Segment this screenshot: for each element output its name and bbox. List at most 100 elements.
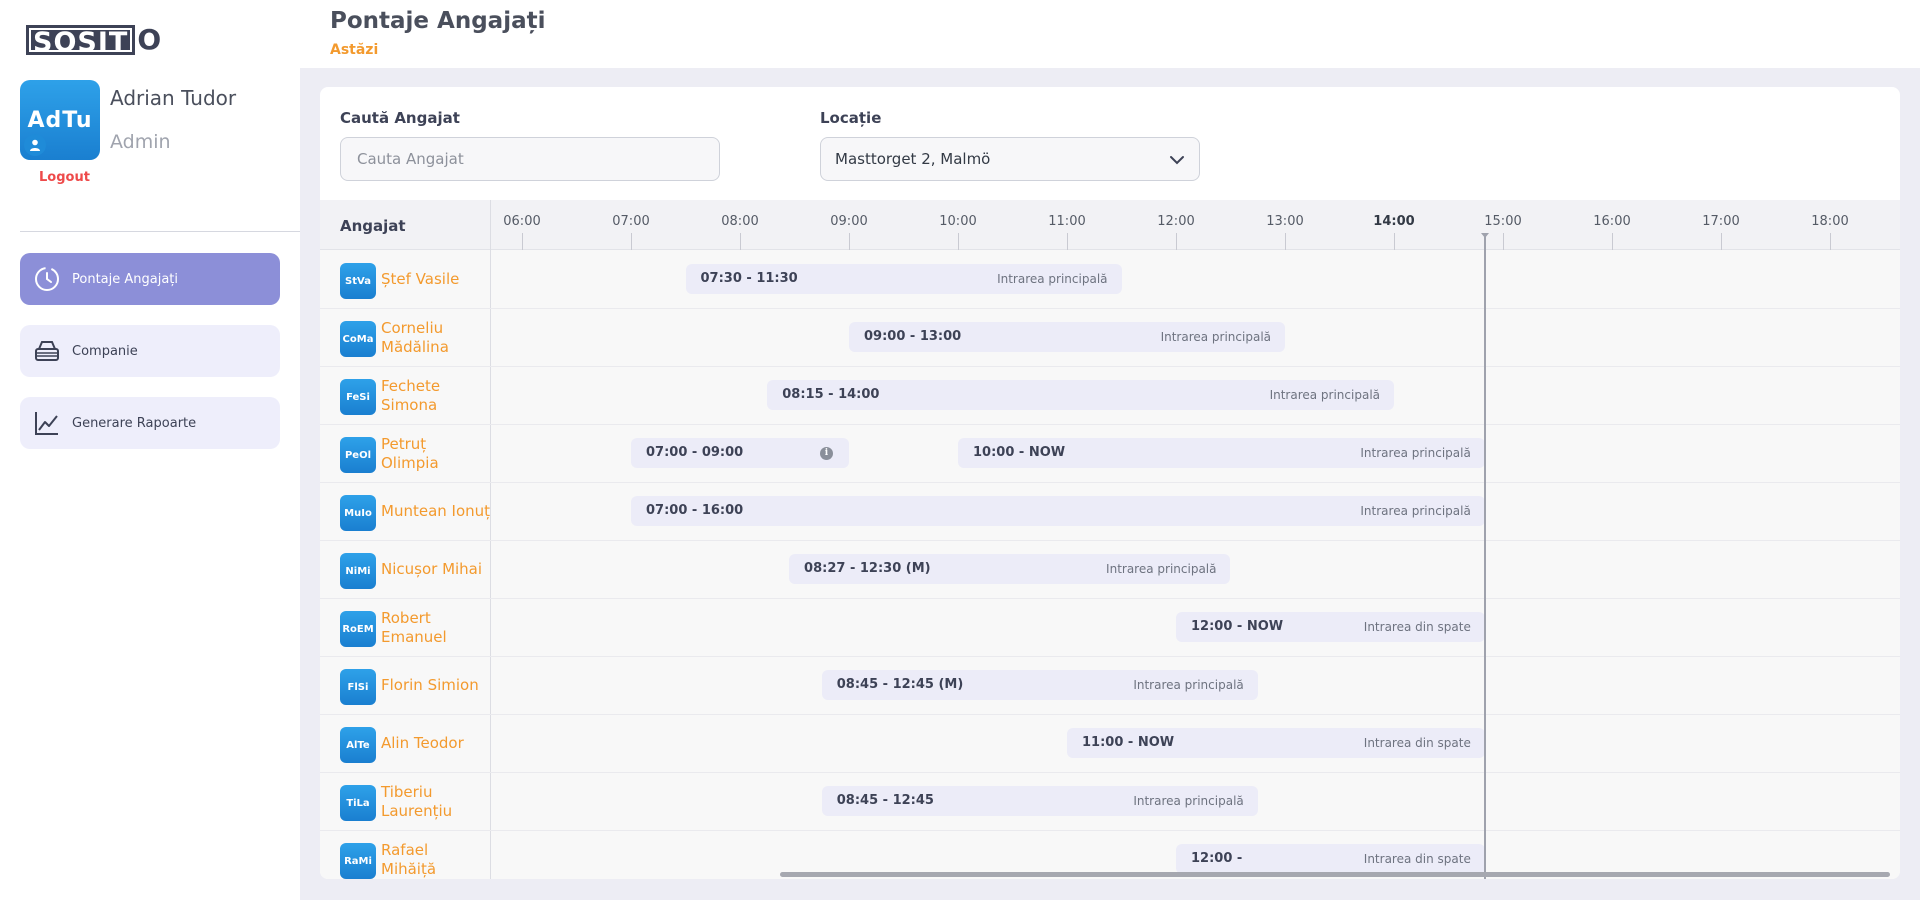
shift-time: 08:45 - 12:45 (M) xyxy=(836,677,964,692)
shift-time: 07:30 - 11:30 xyxy=(700,271,798,286)
shift-entrance: Intrarea principală xyxy=(1160,330,1271,344)
hour-label: 12:00 xyxy=(1157,214,1195,229)
employee-avatar[interactable]: MuIo xyxy=(340,495,376,531)
timeline-header: Angajat 06:00 07:00 08:00 09:00 10:00 11:00 12… xyxy=(320,200,1900,250)
employee-row: AlTe Alin Teodor 11:00 - NOW Intrarea din s… xyxy=(320,715,1900,773)
nav-item-generare-rapoarte[interactable]: Generare Rapoarte xyxy=(20,397,280,449)
hour-label: 15:00 xyxy=(1484,214,1522,229)
chart-line-icon xyxy=(32,408,62,438)
employee-avatar[interactable]: TiLa xyxy=(340,785,376,821)
user-avatar[interactable]: AdTu xyxy=(20,80,100,160)
shift-bar[interactable]: 08:27 - 12:30 (M) Intrarea principală xyxy=(789,554,1231,584)
search-label: Caută Angajat xyxy=(340,109,460,127)
employee-row: RoEM Robert Emanuel 12:00 - NOW Intrarea di… xyxy=(320,599,1900,657)
user-initials: AdTu xyxy=(27,107,93,133)
sidebar: SOSIT O AdTu Adrian Tudor Admin Logout P… xyxy=(0,0,300,900)
shift-bar[interactable]: 08:45 - 12:45 Intrarea principală xyxy=(821,786,1258,816)
employee-row: FeSi Fechete Simona 08:15 - 14:00 Intrarea … xyxy=(320,367,1900,425)
page-header: Pontaje Angajați Astăzi xyxy=(300,0,1920,68)
hour-label: 06:00 xyxy=(503,214,541,229)
employee-avatar[interactable]: RoEM xyxy=(340,611,376,647)
employee-avatar[interactable]: FlSi xyxy=(340,669,376,705)
employee-name[interactable]: Tiberiu Laurențiu xyxy=(381,783,487,821)
employee-avatar[interactable]: AlTe xyxy=(340,727,376,763)
employee-avatar[interactable]: NiMi xyxy=(340,553,376,589)
shift-bar[interactable]: 10:00 - NOW Intrarea principală xyxy=(958,438,1485,468)
hour-label: 16:00 xyxy=(1593,214,1631,229)
search-employee-input[interactable] xyxy=(340,137,720,181)
shift-bar[interactable]: 08:45 - 12:45 (M) Intrarea principală xyxy=(821,670,1258,700)
hour-label: 07:00 xyxy=(612,214,650,229)
employee-name[interactable]: Nicușor Mihai xyxy=(381,560,487,579)
hour-tick xyxy=(631,233,632,250)
employee-name[interactable]: Ștef Vasile xyxy=(381,270,487,289)
shift-bar[interactable]: 12:00 - Intrarea din spate xyxy=(1176,844,1485,874)
logout-link[interactable]: Logout xyxy=(39,170,90,185)
timeline-grid: Angajat 06:00 07:00 08:00 09:00 10:00 11:00 12… xyxy=(320,200,1900,879)
employee-name[interactable]: Corneliu Mădălina xyxy=(381,319,487,357)
employee-row: MuIo Muntean Ionuț 07:00 - 16:00 Intrarea p… xyxy=(320,483,1900,541)
info-icon[interactable]: i xyxy=(820,447,833,460)
sidebar-divider xyxy=(20,231,300,232)
user-icon xyxy=(24,134,46,156)
shift-bar[interactable]: 07:00 - 09:00 i xyxy=(631,438,849,468)
employee-avatar[interactable]: RaMi xyxy=(340,843,376,879)
shift-time: 10:00 - NOW xyxy=(973,445,1066,460)
employee-row: CoMa Corneliu Mădălina 09:00 - 13:00 Intrar… xyxy=(320,309,1900,367)
shift-time: 12:00 - NOW xyxy=(1191,619,1284,634)
hour-label: 08:00 xyxy=(721,214,759,229)
hour-tick xyxy=(1830,233,1831,250)
user-name: Adrian Tudor xyxy=(110,86,237,110)
location-value: Masttorget 2, Malmö xyxy=(835,150,991,168)
page-title: Pontaje Angajați xyxy=(330,8,546,34)
employee-row: TiLa Tiberiu Laurențiu 08:45 - 12:45 Intrar… xyxy=(320,773,1900,831)
nav-item-label: Generare Rapoarte xyxy=(72,415,197,431)
employee-name[interactable]: Robert Emanuel xyxy=(381,609,487,647)
shift-bar[interactable]: 08:15 - 14:00 Intrarea principală xyxy=(767,380,1394,410)
app-logo[interactable]: SOSIT O xyxy=(26,23,162,58)
shift-entrance: Intrarea principală xyxy=(1106,562,1217,576)
employee-row: NiMi Nicușor Mihai 08:27 - 12:30 (M) Intrar… xyxy=(320,541,1900,599)
hour-label: 11:00 xyxy=(1048,214,1086,229)
horizontal-scrollbar[interactable] xyxy=(780,872,1890,877)
employee-name[interactable]: Muntean Ionuț xyxy=(381,502,490,521)
nav-item-pontaje-angajați[interactable]: Pontaje Angajați xyxy=(20,253,280,305)
shift-entrance: Intrarea principală xyxy=(1360,504,1471,518)
shift-bar[interactable]: 07:00 - 16:00 Intrarea principală xyxy=(631,496,1485,526)
shift-time: 07:00 - 16:00 xyxy=(646,503,744,518)
logo-wordmark-tail: O xyxy=(137,23,162,56)
hour-label: 09:00 xyxy=(830,214,868,229)
shift-bar[interactable]: 09:00 - 13:00 Intrarea principală xyxy=(849,322,1285,352)
shift-entrance: Intrarea principală xyxy=(1269,388,1380,402)
hour-tick xyxy=(958,233,959,250)
employee-avatar[interactable]: PeOl xyxy=(340,437,376,473)
clock-icon xyxy=(32,264,62,294)
hour-label: 10:00 xyxy=(939,214,977,229)
employee-avatar[interactable]: StVa xyxy=(340,263,376,299)
employee-name[interactable]: Fechete Simona xyxy=(381,377,487,415)
hour-tick xyxy=(849,233,850,250)
shift-entrance: Intrarea din spate xyxy=(1363,852,1471,866)
location-label: Locație xyxy=(820,109,882,127)
employee-name[interactable]: Petruț Olimpia xyxy=(381,435,487,473)
employee-column-title: Angajat xyxy=(340,217,406,235)
nav-item-companie[interactable]: Companie xyxy=(20,325,280,377)
shift-bar[interactable]: 07:30 - 11:30 Intrarea principală xyxy=(685,264,1122,294)
hour-tick xyxy=(1612,233,1613,250)
shift-entrance: Intrarea din spate xyxy=(1363,620,1471,634)
shift-time: 09:00 - 13:00 xyxy=(864,329,962,344)
shift-time: 08:45 - 12:45 xyxy=(836,793,934,808)
employee-name[interactable]: Florin Simion xyxy=(381,676,487,695)
location-select[interactable]: Masttorget 2, Malmö xyxy=(820,137,1200,181)
hour-tick xyxy=(1721,233,1722,250)
employee-name[interactable]: Rafael Mihăiță xyxy=(381,841,487,879)
shift-time: 07:00 - 09:00 xyxy=(646,445,744,460)
employee-avatar[interactable]: CoMa xyxy=(340,321,376,357)
building-icon xyxy=(32,336,62,366)
shift-bar[interactable]: 11:00 - NOW Intrarea din spate xyxy=(1067,728,1485,758)
hour-label: 14:00 xyxy=(1373,214,1415,229)
employee-avatar[interactable]: FeSi xyxy=(340,379,376,415)
shift-entrance: Intrarea principală xyxy=(1133,678,1244,692)
shift-bar[interactable]: 12:00 - NOW Intrarea din spate xyxy=(1176,612,1485,642)
employee-name[interactable]: Alin Teodor xyxy=(381,734,487,753)
